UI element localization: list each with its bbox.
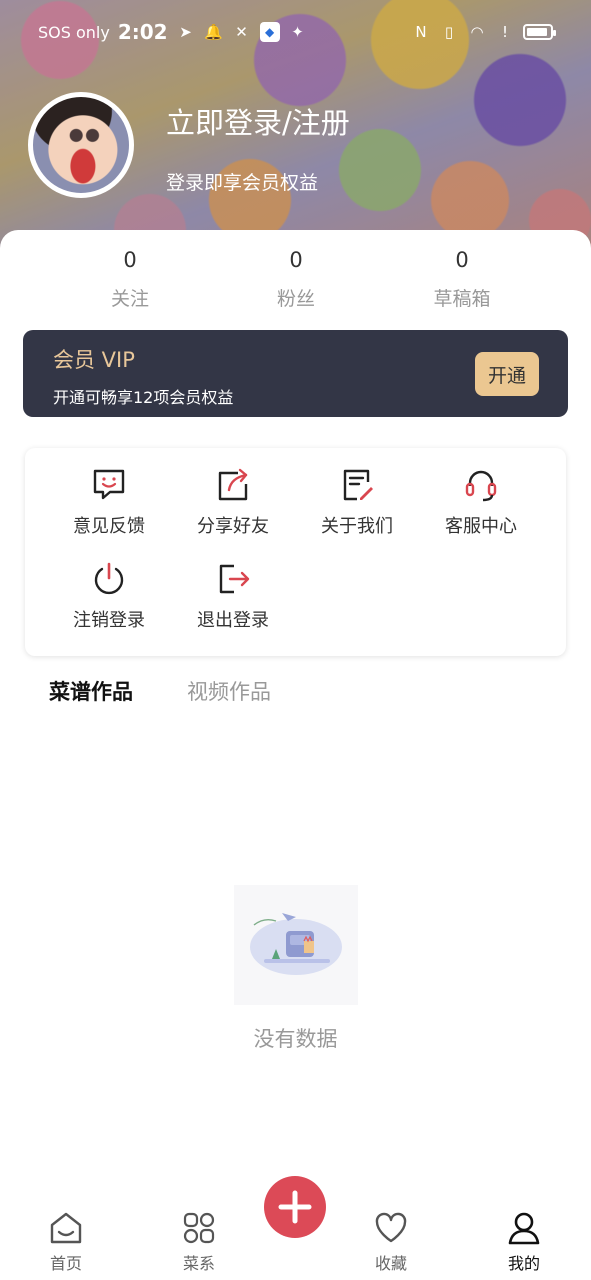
- run-icon: ✦: [291, 23, 304, 41]
- stat-drafts[interactable]: 0 草稿箱: [379, 244, 545, 311]
- nav-label: 收藏: [374, 1254, 407, 1273]
- tab-recipe-works[interactable]: 菜谱作品: [49, 676, 133, 706]
- bell-icon: 🔔: [204, 23, 223, 41]
- works-tabs: 菜谱作品 视频作品: [49, 676, 271, 706]
- menu-label: 退出登录: [197, 610, 269, 631]
- function-grid: 意见反馈 分享好友 关于我们 客服中心 注销登录 退出登录: [25, 448, 566, 656]
- stats-row: 0 关注 0 粉丝 0 草稿箱: [0, 244, 591, 311]
- plus-icon: [278, 1190, 312, 1224]
- empty-illustration: [233, 885, 358, 1005]
- vip-title: 会员 VIP: [53, 348, 135, 372]
- share-icon: [173, 466, 293, 504]
- stat-label: 草稿箱: [433, 288, 491, 310]
- menu-label: 注销登录: [73, 610, 145, 631]
- wifi-icon: ◠: [470, 23, 484, 41]
- telegram-icon: ➤: [179, 23, 192, 41]
- carrier-text: SOS only: [38, 22, 110, 42]
- vip-banner[interactable]: 会员 VIP 开通可畅享12项会员权益 开通: [23, 330, 568, 417]
- category-icon: [159, 1210, 239, 1246]
- nav-home[interactable]: 首页: [26, 1210, 106, 1274]
- avatar[interactable]: [28, 92, 134, 198]
- stat-followers[interactable]: 0 粉丝: [213, 244, 379, 311]
- stat-value: 0: [455, 248, 469, 272]
- nav-favorites[interactable]: 收藏: [351, 1210, 431, 1274]
- stat-label: 关注: [110, 288, 149, 310]
- menu-item-deactivate[interactable]: 注销登录: [49, 560, 169, 632]
- profile-sheet: 0 关注 0 粉丝 0 草稿箱 会员 VIP 开通可畅享12项会员权益 开通 意…: [0, 230, 591, 1280]
- stat-value: 0: [123, 248, 137, 272]
- menu-item-logout[interactable]: 退出登录: [173, 560, 293, 632]
- status-right: N ▯ ◠ !: [411, 22, 556, 42]
- stat-following[interactable]: 0 关注: [47, 244, 213, 311]
- menu-label: 意见反馈: [73, 516, 145, 537]
- tab-video-works[interactable]: 视频作品: [187, 676, 271, 706]
- vip-activate-button[interactable]: 开通: [475, 352, 539, 396]
- menu-label: 关于我们: [321, 516, 393, 537]
- about-icon: [297, 466, 417, 504]
- login-subtitle: 登录即享会员权益: [166, 172, 319, 194]
- empty-state: 没有数据: [0, 885, 591, 1053]
- status-bar: SOS only 2:02 ➤ 🔔 ✕ ◆ ✦ N ▯ ◠ !: [0, 0, 591, 64]
- stat-label: 粉丝: [276, 288, 315, 310]
- menu-item-feedback[interactable]: 意见反馈: [49, 466, 169, 538]
- battery-icon: [523, 24, 556, 40]
- nav-label: 首页: [49, 1254, 82, 1273]
- alert-icon: !: [501, 23, 508, 41]
- headset-icon: [421, 466, 541, 504]
- empty-text: 没有数据: [253, 1027, 338, 1051]
- logout-icon: [173, 560, 293, 598]
- nav-label: 我的: [507, 1254, 540, 1273]
- menu-label: 分享好友: [197, 516, 269, 537]
- menu-label: 客服中心: [445, 516, 517, 537]
- clock: 2:02: [117, 20, 168, 44]
- nav-mine[interactable]: 我的: [484, 1210, 564, 1274]
- add-button[interactable]: [264, 1176, 326, 1238]
- nav-label: 菜系: [182, 1254, 215, 1273]
- menu-item-customer-service[interactable]: 客服中心: [421, 466, 541, 538]
- shield-icon: ✕: [235, 23, 248, 41]
- vip-subtitle: 开通可畅享12项会员权益: [53, 388, 234, 407]
- vibrate-icon: ▯: [444, 23, 454, 41]
- stat-value: 0: [289, 248, 303, 272]
- home-icon: [26, 1210, 106, 1246]
- app-badge-icon: ◆: [259, 22, 280, 42]
- status-left: SOS only 2:02 ➤ 🔔 ✕ ◆ ✦: [38, 20, 308, 44]
- user-icon: [484, 1210, 564, 1246]
- power-icon: [49, 560, 169, 598]
- login-register-link[interactable]: 立即登录/注册: [166, 100, 350, 142]
- menu-item-share[interactable]: 分享好友: [173, 466, 293, 538]
- heart-icon: [351, 1210, 431, 1246]
- feedback-icon: [49, 466, 169, 504]
- menu-item-about[interactable]: 关于我们: [297, 466, 417, 538]
- nfc-icon: N: [415, 23, 427, 41]
- nav-cuisine[interactable]: 菜系: [159, 1210, 239, 1274]
